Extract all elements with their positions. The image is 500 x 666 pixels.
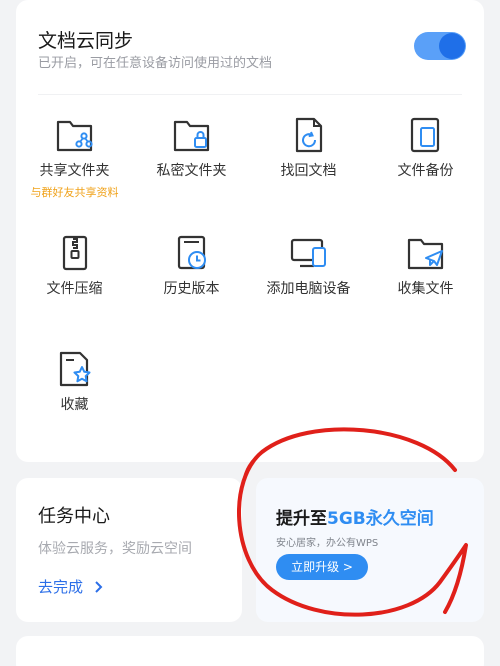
recover-doc-icon [295, 117, 322, 153]
upgrade-promo-card[interactable]: 提升至5GB永久空间 安心居家，办公有WPS 立即升级 > [256, 478, 484, 622]
sync-title: 文档云同步 [38, 30, 134, 52]
shared-folder-icon [56, 120, 93, 152]
file-backup-icon [410, 117, 439, 153]
promo-title-highlight: 5GB永久空间 [327, 509, 434, 529]
bottom-card [16, 636, 484, 666]
go-complete-label: 去完成 [38, 578, 84, 596]
sync-subtitle: 已开启，可在任意设备访问使用过的文档 [38, 56, 273, 71]
grid-label: 共享文件夹 [39, 163, 110, 179]
grid-label: 历史版本 [163, 281, 220, 297]
grid-item-add-pc[interactable]: 添加电脑设备 [250, 234, 367, 298]
grid-item-file-compress[interactable]: 文件压缩 [16, 234, 133, 298]
computer-phone-icon [290, 238, 326, 268]
go-complete-link[interactable]: 去完成 [38, 576, 104, 597]
grid-item-shared-folder[interactable]: 共享文件夹 与群好友共享资料 [16, 116, 133, 200]
task-subtitle: 体验云服务，奖励云空间 [38, 541, 192, 557]
grid-label: 文件备份 [397, 163, 454, 179]
grid-item-private-folder[interactable]: 私密文件夹 [133, 116, 250, 180]
grid-label: 找回文档 [280, 163, 337, 179]
grid-item-file-backup[interactable]: 文件备份 [367, 116, 484, 180]
zip-file-icon [62, 235, 87, 271]
history-clock-icon [177, 235, 206, 270]
grid-item-collect-files[interactable]: 收集文件 [367, 234, 484, 298]
cloud-sync-card: 文档云同步 已开启，可在任意设备访问使用过的文档 共享文件夹 与群好友共享资料 … [16, 0, 484, 462]
grid-item-favorites[interactable]: 收藏 [16, 350, 133, 414]
promo-title: 提升至5GB永久空间 [276, 504, 434, 529]
promo-subtitle: 安心居家，办公有WPS [276, 538, 379, 549]
divider [38, 94, 462, 95]
chevron-right-icon [95, 581, 103, 593]
grid-label: 添加电脑设备 [266, 281, 351, 297]
grid-label: 收集文件 [397, 281, 454, 297]
promo-title-prefix: 提升至 [276, 509, 327, 529]
star-doc-icon [59, 351, 90, 387]
task-title: 任务中心 [38, 506, 110, 527]
toggle-knob [439, 33, 465, 59]
sync-toggle[interactable] [414, 32, 466, 60]
grid-item-recover-doc[interactable]: 找回文档 [250, 116, 367, 180]
private-folder-icon [173, 120, 209, 152]
task-center-card[interactable]: 任务中心 体验云服务，奖励云空间 去完成 [16, 478, 242, 622]
grid-label: 收藏 [60, 397, 89, 413]
grid-item-history-version[interactable]: 历史版本 [133, 234, 250, 298]
send-folder-icon [407, 238, 443, 270]
grid-note: 与群好友共享资料 [30, 186, 119, 199]
grid-label: 私密文件夹 [156, 163, 227, 179]
upgrade-now-button[interactable]: 立即升级 > [276, 554, 368, 580]
grid-label: 文件压缩 [46, 281, 103, 297]
